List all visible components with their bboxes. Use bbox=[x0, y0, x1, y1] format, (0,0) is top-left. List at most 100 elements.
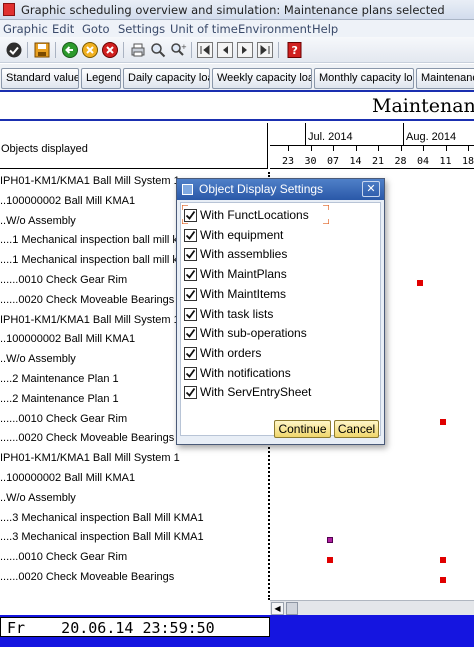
option-checkbox[interactable] bbox=[184, 366, 197, 380]
legend-button[interactable]: Legend bbox=[81, 68, 121, 89]
option-checkbox[interactable] bbox=[184, 209, 197, 222]
object-row[interactable]: IPH01-KM1/KMA1 Ball Mill System 1 bbox=[0, 314, 180, 332]
window-title: Graphic scheduling overview and simulati… bbox=[21, 3, 445, 17]
day-tick bbox=[423, 145, 424, 151]
menu-unit-of-time[interactable]: Unit of time bbox=[170, 22, 238, 36]
horizontal-scrollbar[interactable]: ◀ bbox=[270, 600, 474, 615]
schedule-marker[interactable] bbox=[417, 280, 423, 286]
object-row[interactable]: ......0010 Check Gear Rim bbox=[0, 274, 127, 292]
daily-capacity-load-button[interactable]: Daily capacity load bbox=[123, 68, 210, 89]
close-icon[interactable]: ✕ bbox=[362, 181, 380, 197]
day-tick bbox=[355, 145, 357, 151]
menu-settings[interactable]: Settings bbox=[118, 22, 165, 36]
object-row[interactable]: ..W/o Assembly bbox=[0, 353, 76, 371]
menu-help[interactable]: Help bbox=[312, 22, 338, 36]
status-field: Fr 20.06.14 23:59:50 bbox=[0, 617, 270, 637]
option-checkbox[interactable] bbox=[184, 268, 197, 282]
day-label: 07 bbox=[327, 156, 340, 167]
menu-graphic[interactable]: Graphic bbox=[3, 22, 48, 36]
object-row[interactable]: IPH01-KM1/KMA1 Ball Mill System 1 bbox=[0, 175, 180, 193]
schedule-marker[interactable] bbox=[327, 537, 333, 544]
first-page-icon[interactable] bbox=[196, 41, 214, 59]
timeline-month-line bbox=[270, 145, 474, 146]
find-next-icon[interactable]: + bbox=[169, 41, 187, 59]
day-label: 11 bbox=[439, 156, 452, 167]
object-row[interactable]: ......0010 Check Gear Rim bbox=[0, 413, 127, 431]
toolbar-separator bbox=[27, 42, 28, 58]
scroll-thumb[interactable] bbox=[286, 602, 298, 615]
graphic-header: Maintenance bbox=[0, 95, 474, 121]
save-icon[interactable] bbox=[33, 41, 51, 59]
menu-edit[interactable]: Edit bbox=[52, 22, 74, 36]
option-checkbox[interactable] bbox=[184, 386, 197, 400]
monthly-capacity-load-button[interactable]: Monthly capacity load bbox=[314, 68, 414, 89]
option-checkbox[interactable] bbox=[184, 228, 197, 242]
toolbar-separator bbox=[278, 42, 279, 58]
toolbar-separator bbox=[123, 42, 124, 58]
month-label: Aug. 2014 bbox=[406, 131, 457, 143]
print-icon[interactable] bbox=[129, 41, 147, 59]
day-label: 18 bbox=[462, 156, 474, 167]
scroll-left-icon[interactable]: ◀ bbox=[271, 602, 284, 615]
object-row[interactable]: ....2 Maintenance Plan 1 bbox=[0, 393, 119, 411]
option-checkbox[interactable] bbox=[184, 287, 197, 301]
object-row[interactable]: ..W/o Assembly bbox=[0, 215, 76, 233]
option-checkbox[interactable] bbox=[184, 307, 197, 321]
object-row[interactable]: ....3 Mechanical inspection Ball Mill KM… bbox=[0, 512, 204, 530]
object-row[interactable]: ..100000002 Ball Mill KMA1 bbox=[0, 472, 135, 490]
help-icon[interactable]: ? bbox=[286, 41, 304, 59]
menu-environment[interactable]: Environment bbox=[238, 22, 311, 36]
day-label: 21 bbox=[372, 156, 385, 167]
object-row[interactable]: ..W/o Assembly bbox=[0, 492, 76, 510]
menu-goto[interactable]: Goto bbox=[82, 22, 110, 36]
toolbar-separator bbox=[55, 42, 56, 58]
option-checkbox[interactable] bbox=[184, 327, 197, 341]
previous-page-icon[interactable] bbox=[216, 41, 234, 59]
object-row[interactable]: ..100000002 Ball Mill KMA1 bbox=[0, 333, 135, 351]
object-row[interactable]: ......0020 Check Moveable Bearings bbox=[0, 432, 174, 450]
day-tick bbox=[333, 145, 334, 151]
day-tick bbox=[400, 145, 402, 151]
weekly-capacity-load-button[interactable]: Weekly capacity load bbox=[212, 68, 312, 89]
option-checkbox[interactable] bbox=[184, 248, 197, 262]
option-label: With assemblies bbox=[200, 247, 288, 262]
option-label: With sub-operations bbox=[200, 326, 307, 341]
object-row[interactable]: ..100000002 Ball Mill KMA1 bbox=[0, 195, 135, 213]
back-icon[interactable] bbox=[61, 41, 79, 59]
object-row[interactable]: ....2 Maintenance Plan 1 bbox=[0, 373, 119, 391]
object-row[interactable]: IPH01-KM1/KMA1 Ball Mill System 1 bbox=[0, 452, 180, 470]
option-label: With notifications bbox=[200, 365, 291, 380]
check-icon[interactable] bbox=[5, 41, 23, 59]
option-label: With orders bbox=[200, 345, 262, 360]
day-tick bbox=[288, 145, 289, 151]
schedule-marker[interactable] bbox=[439, 418, 446, 425]
exit-icon[interactable] bbox=[81, 41, 99, 59]
day-tick bbox=[310, 145, 312, 151]
object-row[interactable]: ......0010 Check Gear Rim bbox=[0, 551, 127, 569]
schedule-marker[interactable] bbox=[439, 577, 446, 583]
find-icon[interactable] bbox=[149, 41, 167, 59]
option-label: With task lists bbox=[200, 306, 274, 321]
object-row[interactable]: ....3 Mechanical inspection Ball Mill KM… bbox=[0, 531, 204, 549]
toolbar-separator bbox=[191, 42, 192, 58]
last-page-icon[interactable] bbox=[256, 41, 274, 59]
next-page-icon[interactable] bbox=[236, 41, 254, 59]
schedule-marker[interactable] bbox=[327, 557, 333, 564]
day-label: 30 bbox=[304, 156, 317, 167]
objects-header: Objects displayed bbox=[0, 123, 268, 169]
object-row[interactable]: ....1 Mechanical inspection ball mill km… bbox=[0, 234, 199, 252]
continue-button[interactable]: Continue bbox=[274, 420, 331, 438]
cancel-icon[interactable] bbox=[101, 41, 119, 59]
object-row[interactable]: ....1 Mechanical inspection ball mill km… bbox=[0, 254, 199, 272]
object-row[interactable]: ......0020 Check Moveable Bearings bbox=[0, 571, 174, 589]
dialog-window-icon bbox=[182, 184, 193, 195]
status-datetime: Fr 20.06.14 23:59:50 bbox=[7, 619, 215, 637]
dialog-title-bar[interactable]: Object Display Settings ✕ bbox=[177, 179, 384, 200]
maintenance-button[interactable]: Maintenance bbox=[416, 68, 474, 89]
option-label: With MaintItems bbox=[200, 286, 287, 301]
schedule-marker[interactable] bbox=[439, 557, 446, 564]
object-row[interactable]: ......0020 Check Moveable Bearings bbox=[0, 294, 174, 312]
cancel-button[interactable]: Cancel bbox=[334, 420, 379, 438]
option-checkbox[interactable] bbox=[184, 346, 197, 360]
standard-values-button[interactable]: Standard values bbox=[1, 68, 79, 89]
